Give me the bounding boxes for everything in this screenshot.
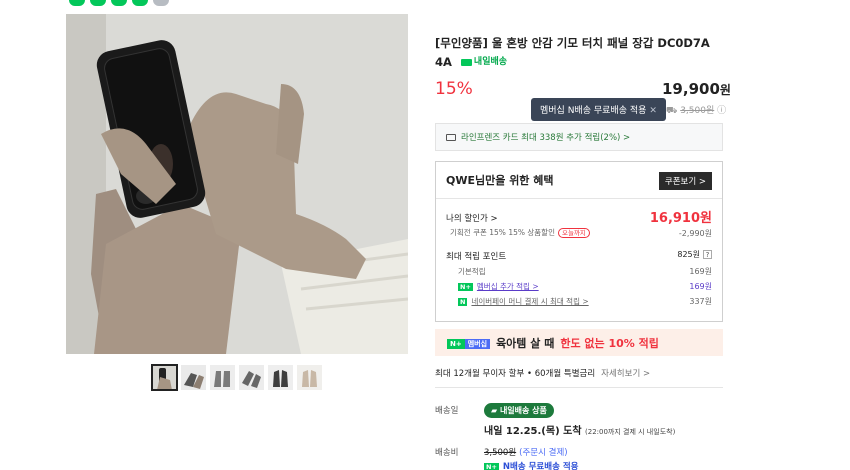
help-icon[interactable]: ? (703, 250, 712, 259)
coupon-line-text: 기획전 쿠폰 15% 15% 상품할인 (450, 228, 555, 237)
delivery-note: (22:00까지 결제 시 내일도착) (585, 428, 676, 436)
basic-points-label: 기본적립 (458, 267, 486, 276)
today-only-badge: 오늘까지 (557, 228, 590, 238)
thumbnail[interactable] (297, 365, 322, 390)
promo-badge: N+ 멤버십 (447, 336, 491, 349)
discount-rate: 15% (435, 79, 473, 99)
naedil-badge: ▰ 내일배송 상품 (484, 403, 554, 418)
benefit-heading: QWE님만을 위한 혜택 (446, 174, 554, 187)
divider (435, 387, 723, 388)
thumbnail[interactable] (239, 365, 264, 390)
top-dot[interactable] (90, 0, 106, 6)
thumbnail[interactable] (268, 365, 293, 390)
thumbnail-strip (151, 364, 322, 391)
installment-text: 최대 12개월 무이자 할부 • 60개월 특별금리 (435, 369, 596, 379)
tooltip-text: 멤버십 N배송 무료배송 적용 (540, 106, 647, 116)
delivery-date-text: 내일 12.25.(목) 도착 (484, 426, 582, 437)
coupon-value: -2,990원 (678, 229, 712, 238)
shipping-fee-condition: (주문시 결제) (519, 448, 568, 458)
basic-points-value: 169원 (689, 267, 712, 276)
membership-tooltip: 멤버십 N배송 무료배송 적용 ✕ (531, 98, 666, 121)
card-promo-banner[interactable]: 라인프렌즈 카드 최대 338원 추가 적립(2%) > (435, 123, 723, 151)
shipping-fee: 3,500원 (주문시 결제) (484, 446, 568, 458)
naver-plus-icon: N+ (458, 283, 473, 291)
npay-points-row[interactable]: N 네이버페이 머니 결제 시 최대 적립 > (458, 296, 589, 307)
member-points-value: 169원 (689, 282, 712, 291)
product-image[interactable] (66, 14, 408, 354)
top-dot[interactable] (69, 0, 85, 6)
points-value: 825원 (677, 250, 700, 259)
naedil-label: 내일배송 (460, 53, 508, 72)
my-price: 16,910원 (649, 211, 712, 226)
promo-banner[interactable]: N+ 멤버십 육아템 살 때 한도 없는 10% 적립 (435, 329, 723, 356)
points-total: 825원? (677, 249, 712, 260)
thumbnail[interactable] (181, 365, 206, 390)
member-points-link[interactable]: 멤버십 추가 적립 > (477, 282, 539, 291)
naedil-badge-text: 내일배송 상품 (499, 406, 547, 415)
coupon-line: 기획전 쿠폰 15% 15% 상품할인 오늘까지 (450, 227, 590, 238)
npay-icon: N (458, 298, 468, 306)
price-unit: 원 (719, 83, 731, 97)
top-dot[interactable] (153, 0, 169, 6)
top-dot[interactable] (132, 0, 148, 6)
free-shipping-text: N배송 무료배송 적용 (502, 462, 579, 470)
close-icon[interactable]: ✕ (649, 106, 657, 116)
my-price-label[interactable]: 나의 할인가 > (446, 212, 498, 224)
free-shipping: N+ N배송 무료배송 적용 (484, 460, 578, 470)
struck-fee: 3,500원 (680, 106, 715, 116)
shipping-fee-preview: ⛟ 3,500원 ⓘ (666, 103, 726, 117)
coupon-icon: ⛟ (666, 106, 678, 116)
benefit-box: QWE님만을 위한 혜택 쿠폰보기 > 나의 할인가 > 16,910원 기획전… (435, 161, 723, 322)
sale-price-value: 19,900 (662, 80, 720, 98)
promo-text: 육아템 살 때 (496, 336, 555, 350)
membership-tag: 멤버십 (464, 339, 491, 349)
points-label: 최대 적립 포인트 (446, 252, 507, 262)
shipping-fee-label: 배송비 (435, 448, 459, 458)
naver-plus-icon: N+ (484, 463, 499, 470)
npay-points-link[interactable]: 네이버페이 머니 결제 시 최대 적립 > (471, 297, 588, 306)
member-points-row[interactable]: N+ 멤버십 추가 적립 > (458, 281, 539, 292)
product-title: [무인양품] 울 혼방 안감 기모 터치 패널 장갑 DC0D7A 4A 내일배… (435, 34, 730, 72)
card-promo-text: 라인프렌즈 카드 최대 338원 추가 적립(2%) > (461, 133, 631, 143)
shipping-date-label: 배송일 (435, 406, 459, 416)
card-icon (446, 133, 456, 141)
top-dot[interactable] (111, 0, 127, 6)
divider (436, 198, 722, 199)
truck-icon: ▰ (491, 406, 500, 415)
thumbnail[interactable] (151, 364, 178, 391)
sale-price: 19,900원 (662, 80, 731, 98)
promo-highlight: 한도 없는 10% 적립 (560, 336, 659, 350)
info-icon[interactable]: ⓘ (717, 106, 726, 116)
shipping-fee-value: 3,500원 (484, 448, 517, 458)
thumbnail[interactable] (210, 365, 235, 390)
coupon-button[interactable]: 쿠폰보기 > (658, 172, 712, 190)
installment-more-link[interactable]: 자세히보기 > (601, 369, 650, 379)
installment-info: 최대 12개월 무이자 할부 • 60개월 특별금리 자세히보기 > (435, 367, 650, 379)
truck-icon (460, 59, 472, 66)
naedil-label-text: 내일배송 (473, 57, 508, 67)
naver-plus-icon: N+ (447, 339, 465, 349)
delivery-date: 내일 12.25.(목) 도착 (22:00까지 결제 시 내일도착) (484, 422, 675, 437)
npay-points-value: 337원 (689, 297, 712, 306)
